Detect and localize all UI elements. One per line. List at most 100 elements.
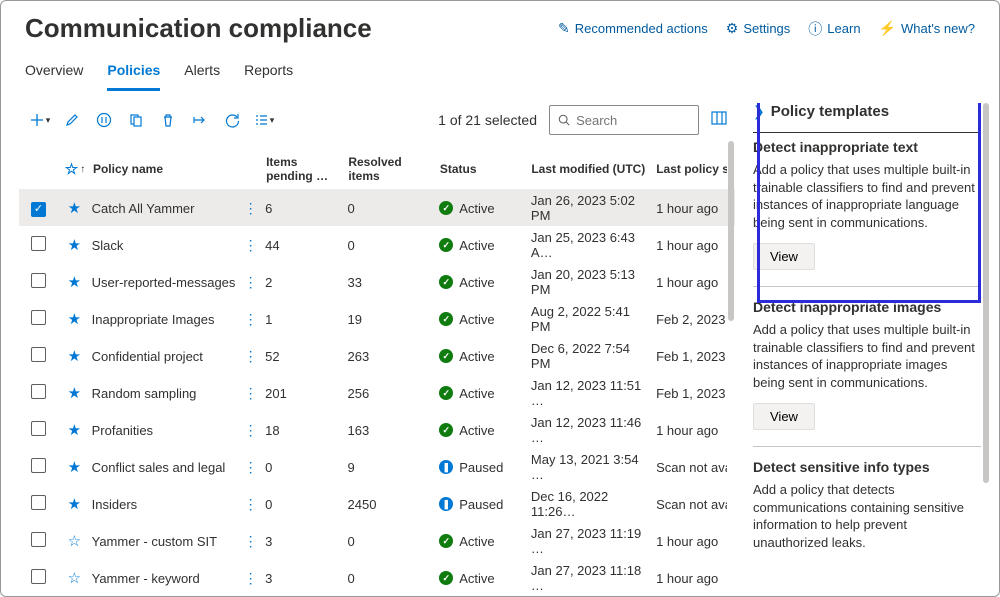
row-menu-button[interactable]: ⋮ [243, 533, 257, 550]
status-dot-icon: ✓ [439, 571, 453, 585]
status-badge: ✓Active [439, 386, 523, 401]
table-row[interactable]: ★User-reported-messages⋮233✓ActiveJan 20… [19, 263, 735, 300]
row-checkbox[interactable] [31, 458, 46, 473]
view-button[interactable]: View [753, 403, 815, 430]
table-row[interactable]: ★Slack⋮440✓ActiveJan 25, 2023 6:43 A…1 h… [19, 226, 735, 263]
row-menu-button[interactable]: ⋮ [243, 311, 257, 328]
favorite-star[interactable]: ★ [68, 311, 81, 328]
table-row[interactable]: ★Catch All Yammer⋮60✓ActiveJan 26, 2023 … [19, 189, 735, 226]
table-row[interactable]: ★Conflict sales and legal⋮09❚PausedMay 1… [19, 448, 735, 485]
row-checkbox[interactable] [31, 421, 46, 436]
policy-name: Random sampling [92, 386, 197, 401]
row-checkbox[interactable] [31, 384, 46, 399]
row-menu-button[interactable]: ⋮ [243, 237, 257, 254]
policy-name: Profanities [92, 423, 153, 438]
template-description: Add a policy that uses multiple built-in… [753, 161, 981, 231]
last-scan: Scan not ava [652, 460, 727, 475]
side-panel-header[interactable]: ❯ Policy templates [753, 103, 981, 126]
policy-name: Inappropriate Images [92, 312, 215, 327]
search-box[interactable] [549, 105, 699, 135]
table-body: ★Catch All Yammer⋮60✓ActiveJan 26, 2023 … [19, 189, 735, 596]
col-items-pending[interactable]: Items pending … [262, 155, 344, 183]
items-pending: 201 [261, 386, 343, 401]
row-checkbox[interactable] [31, 202, 46, 217]
side-scrollbar[interactable] [983, 103, 989, 483]
row-checkbox[interactable] [31, 310, 46, 325]
favorite-star[interactable]: ★ [68, 385, 81, 402]
settings-link[interactable]: ⚙Settings [726, 20, 791, 37]
side-panel-title: Policy templates [771, 103, 889, 120]
table-row[interactable]: ☆Yammer - keyword⋮30✓ActiveJan 27, 2023 … [19, 559, 735, 596]
row-menu-button[interactable]: ⋮ [243, 422, 257, 439]
add-button[interactable]: ▾ [27, 108, 53, 132]
favorite-star[interactable]: ★ [68, 459, 81, 476]
search-input[interactable] [576, 113, 690, 128]
table-row[interactable]: ★Profanities⋮18163✓ActiveJan 12, 2023 11… [19, 411, 735, 448]
group-button[interactable]: ▾ [251, 108, 277, 132]
whats-new-link[interactable]: ⚡What's new? [879, 20, 975, 37]
row-menu-button[interactable]: ⋮ [243, 496, 257, 513]
table-row[interactable]: ★Confidential project⋮52263✓ActiveDec 6,… [19, 337, 735, 374]
policy-name: Slack [92, 238, 124, 253]
policy-name: Conflict sales and legal [92, 460, 226, 475]
items-pending: 3 [261, 534, 343, 549]
tabs: Overview Policies Alerts Reports [1, 44, 999, 91]
resolved-items: 163 [344, 423, 436, 438]
favorite-star[interactable]: ★ [68, 422, 81, 439]
main-scrollbar[interactable] [727, 141, 735, 590]
row-checkbox[interactable] [31, 532, 46, 547]
row-checkbox[interactable] [31, 236, 46, 251]
tab-alerts[interactable]: Alerts [184, 56, 220, 91]
tab-policies[interactable]: Policies [107, 56, 160, 91]
edit-button[interactable] [59, 108, 85, 132]
view-button[interactable]: View [753, 243, 815, 270]
delete-button[interactable] [155, 108, 181, 132]
row-checkbox[interactable] [31, 347, 46, 362]
favorite-star[interactable]: ★ [68, 348, 81, 365]
template-title: Detect inappropriate text [753, 139, 981, 155]
row-menu-button[interactable]: ⋮ [243, 348, 257, 365]
favorite-star[interactable]: ★ [68, 496, 81, 513]
row-checkbox[interactable] [31, 569, 46, 584]
favorite-star[interactable]: ☆ [68, 570, 81, 587]
row-menu-button[interactable]: ⋮ [243, 274, 257, 291]
policy-name: Confidential project [92, 349, 203, 364]
col-policy-name[interactable]: Policy name [89, 162, 262, 176]
copy-button[interactable] [123, 108, 149, 132]
table-row[interactable]: ★Insiders⋮02450❚PausedDec 16, 2022 11:26… [19, 485, 735, 522]
table-row[interactable]: ★Inappropriate Images⋮119✓ActiveAug 2, 2… [19, 300, 735, 337]
col-favorite[interactable]: ☆↑ [61, 160, 89, 178]
toolbar: ▾ ▾ 1 of 21 selected [19, 91, 735, 149]
tab-reports[interactable]: Reports [244, 56, 293, 91]
favorite-star[interactable]: ☆ [68, 533, 81, 550]
table-row[interactable]: ★Random sampling⋮201256✓ActiveJan 12, 20… [19, 374, 735, 411]
tab-overview[interactable]: Overview [25, 56, 83, 91]
pause-button[interactable] [91, 108, 117, 132]
col-status[interactable]: Status [436, 162, 528, 176]
export-button[interactable] [187, 108, 213, 132]
favorite-star[interactable]: ★ [68, 274, 81, 291]
selection-count: 1 of 21 selected [438, 112, 537, 128]
last-modified: Jan 27, 2023 11:19 … [527, 526, 652, 556]
refresh-button[interactable] [219, 108, 245, 132]
learn-link[interactable]: ⓘLearn [808, 19, 860, 39]
policy-template-card: Detect inappropriate text Add a policy th… [753, 132, 981, 270]
col-last-modified[interactable]: Last modified (UTC) [527, 162, 652, 176]
row-menu-button[interactable]: ⋮ [243, 459, 257, 476]
column-options-button[interactable] [711, 111, 727, 130]
last-scan: 1 hour ago [652, 534, 727, 549]
row-menu-button[interactable]: ⋮ [243, 200, 257, 217]
table-row[interactable]: ☆Yammer - custom SIT⋮30✓ActiveJan 27, 20… [19, 522, 735, 559]
col-last-scan[interactable]: Last policy s [652, 162, 727, 176]
recommended-actions-link[interactable]: ✎Recommended actions [558, 20, 708, 37]
favorite-star[interactable]: ★ [68, 237, 81, 254]
row-menu-button[interactable]: ⋮ [243, 385, 257, 402]
resolved-items: 256 [344, 386, 436, 401]
row-checkbox[interactable] [31, 495, 46, 510]
favorite-star[interactable]: ★ [68, 200, 81, 217]
last-modified: May 13, 2021 3:54 … [527, 452, 652, 482]
row-menu-button[interactable]: ⋮ [243, 570, 257, 587]
col-resolved-items[interactable]: Resolved items [344, 155, 436, 183]
side-panel: ❯ Policy templates Detect inappropriate … [735, 91, 991, 590]
row-checkbox[interactable] [31, 273, 46, 288]
